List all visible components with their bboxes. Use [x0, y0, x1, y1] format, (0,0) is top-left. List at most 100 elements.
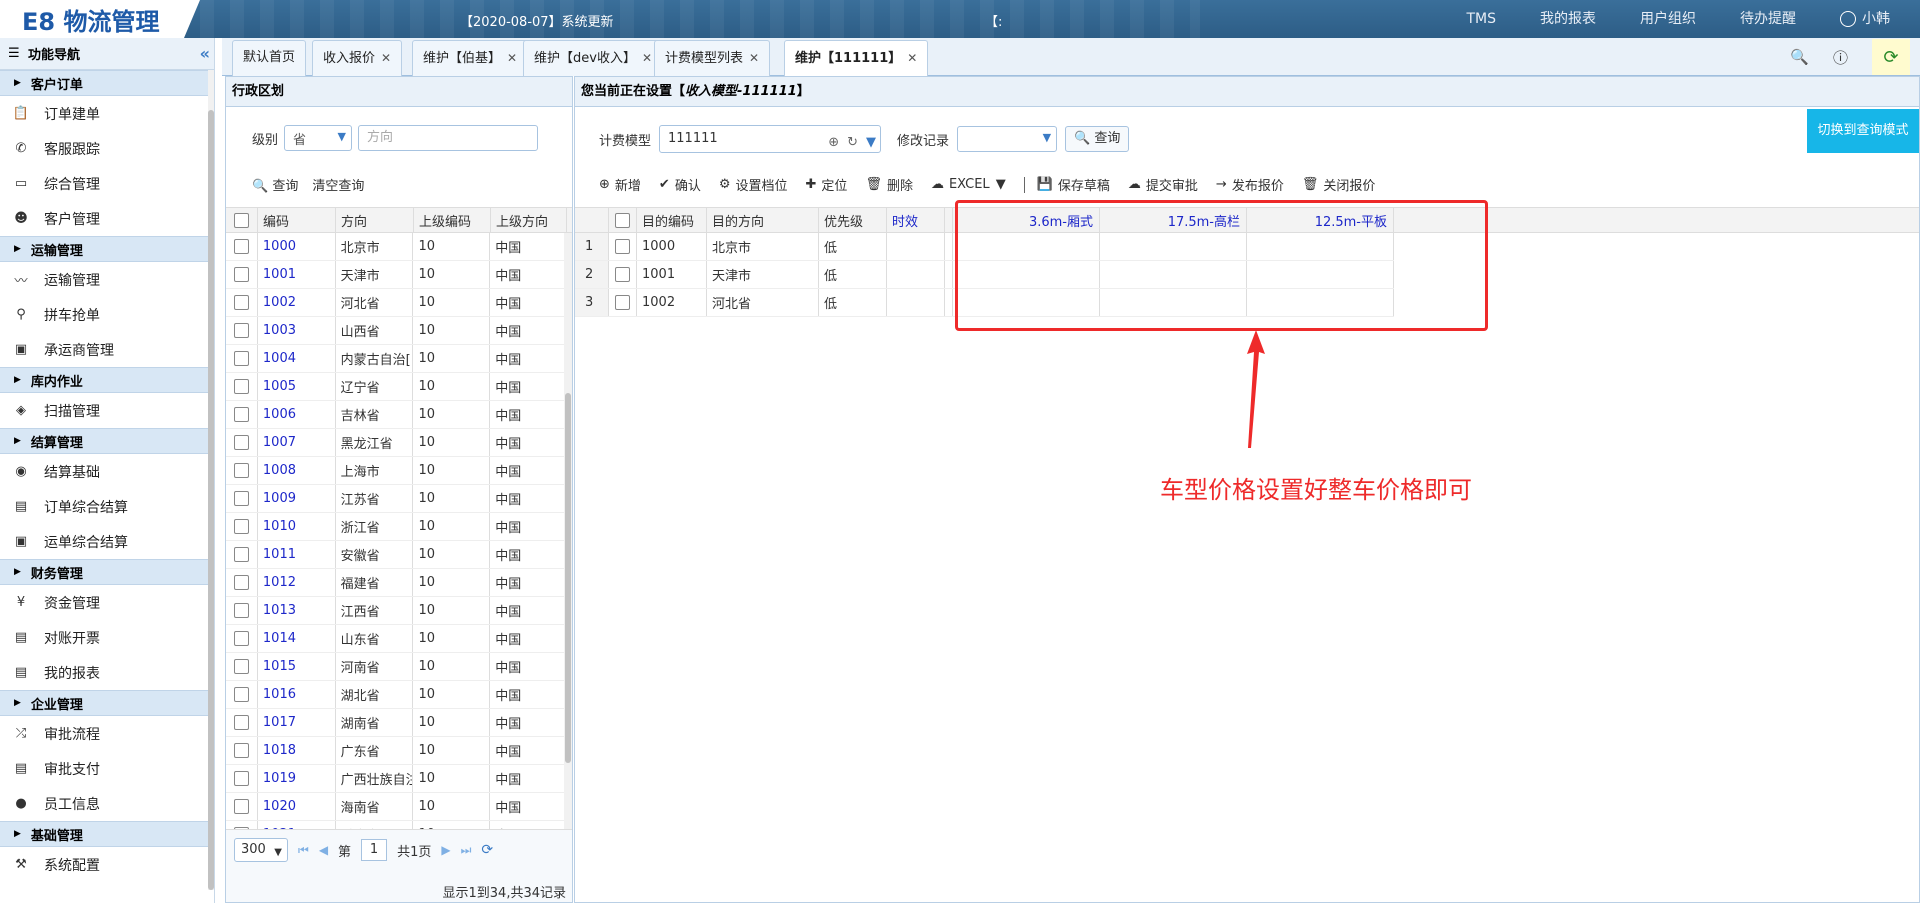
- cell-timeliness[interactable]: [887, 233, 945, 260]
- sidebar-item[interactable]: ● 员工信息: [0, 786, 214, 821]
- switch-query-mode-button[interactable]: 切换到查询模式: [1807, 109, 1919, 153]
- submit-approval-button[interactable]: ☁ 提交审批: [1128, 175, 1198, 194]
- table-row[interactable]: 1004 内蒙古自治[10 中国: [226, 345, 566, 373]
- col-priority[interactable]: 优先级: [819, 208, 887, 232]
- sidebar-group[interactable]: ▶ 财务管理: [0, 559, 214, 585]
- sidebar-item[interactable]: ▤ 订单综合结算: [0, 489, 214, 524]
- table-row[interactable]: 1017 湖南省 10 中国: [226, 709, 566, 737]
- page-input[interactable]: 1: [361, 839, 388, 861]
- row-checkbox[interactable]: [226, 681, 258, 708]
- table-row[interactable]: 1011 安徽省 10 中国: [226, 541, 566, 569]
- system-news[interactable]: 【2020-08-07】系统更新: [460, 11, 614, 30]
- table-row[interactable]: 1018 广东省 10 中国: [226, 737, 566, 765]
- sidebar-item[interactable]: ◉ 结算基础: [0, 454, 214, 489]
- close-icon[interactable]: ✕: [749, 51, 759, 65]
- col-timeliness[interactable]: 时效: [887, 208, 945, 232]
- region-scroll-thumb[interactable]: [565, 393, 571, 763]
- table-row[interactable]: 1016 湖北省 10 中国: [226, 681, 566, 709]
- sidebar-item[interactable]: 〰运输管理: [0, 262, 214, 297]
- user-menu[interactable]: 小韩: [1818, 0, 1920, 38]
- col-code[interactable]: 编码: [258, 208, 336, 232]
- nav-tms[interactable]: TMS: [1444, 0, 1518, 38]
- nav-user-org[interactable]: 用户组织: [1618, 0, 1718, 38]
- col-parent-code[interactable]: 上级编码: [414, 208, 491, 232]
- close-icon[interactable]: ✕: [381, 51, 391, 65]
- nav-my-reports[interactable]: 我的报表: [1518, 0, 1618, 38]
- row-checkbox[interactable]: [226, 317, 258, 344]
- region-grid-scrollbar[interactable]: [564, 233, 572, 902]
- add-button[interactable]: ⊕ 新增: [599, 175, 641, 194]
- set-tier-button[interactable]: ⚙ 设置档位: [719, 175, 788, 194]
- table-row[interactable]: 1019 广西壮族自注 10 中国: [226, 765, 566, 793]
- select-all-checkbox[interactable]: [609, 208, 637, 232]
- table-row[interactable]: 1007 黑龙江省 10 中国: [226, 429, 566, 457]
- row-checkbox[interactable]: [226, 597, 258, 624]
- tab[interactable]: 计费模型列表 ✕: [654, 40, 771, 76]
- tab[interactable]: 收入报价 ✕: [312, 40, 403, 76]
- tab[interactable]: 维护【伯基】 ✕: [412, 40, 529, 76]
- model-query-button[interactable]: 🔍 查询: [1065, 126, 1130, 152]
- first-page-icon[interactable]: ⏮: [298, 843, 309, 858]
- row-checkbox[interactable]: [226, 373, 258, 400]
- row-checkbox[interactable]: [609, 233, 637, 260]
- table-row[interactable]: 1010 浙江省 10 中国: [226, 513, 566, 541]
- sidebar-group[interactable]: ▶ 库内作业: [0, 367, 214, 393]
- col-direction[interactable]: 方向: [336, 208, 414, 232]
- sidebar-group[interactable]: ▶ 运输管理: [0, 236, 214, 262]
- row-checkbox[interactable]: [226, 429, 258, 456]
- sidebar-group[interactable]: ▶ 结算管理: [0, 428, 214, 454]
- next-page-icon[interactable]: ▶: [441, 843, 450, 857]
- sidebar-item[interactable]: ▣ 承运商管理: [0, 332, 214, 367]
- tab[interactable]: 维护【111111】 ✕: [784, 40, 929, 77]
- delete-button[interactable]: 🗑 删除: [865, 175, 913, 194]
- row-checkbox[interactable]: [226, 653, 258, 680]
- collapse-icon[interactable]: «: [200, 44, 210, 63]
- row-checkbox[interactable]: [226, 401, 258, 428]
- last-page-icon[interactable]: ⏭: [461, 843, 472, 858]
- row-checkbox[interactable]: [226, 793, 258, 820]
- sidebar-item[interactable]: ▤ 审批支付: [0, 751, 214, 786]
- save-draft-button[interactable]: 💾 保存草稿: [1037, 175, 1110, 194]
- sidebar-item[interactable]: ◈ 扫描管理: [0, 393, 214, 428]
- row-checkbox[interactable]: [226, 513, 258, 540]
- clear-query-button[interactable]: 清空查询: [312, 175, 364, 194]
- sidebar-item[interactable]: ▤ 对账开票: [0, 620, 214, 655]
- sidebar-group[interactable]: ▶ 客户订单: [0, 70, 214, 96]
- prev-page-icon[interactable]: ◀: [319, 843, 328, 857]
- sidebar-scrollbar[interactable]: [208, 70, 214, 890]
- table-row[interactable]: 1006 吉林省 10 中国: [226, 401, 566, 429]
- direction-input[interactable]: 方向: [358, 125, 539, 151]
- table-row[interactable]: 1000 北京市 10 中国: [226, 233, 566, 261]
- publish-quote-button[interactable]: → 发布报价: [1216, 175, 1284, 194]
- close-icon[interactable]: ✕: [642, 51, 652, 65]
- sidebar-group[interactable]: ▶ 企业管理: [0, 690, 214, 716]
- page-size-select[interactable]: 300 ▼: [234, 838, 288, 862]
- sidebar-item[interactable]: ✆ 客服跟踪: [0, 131, 214, 166]
- reload-icon[interactable]: ↻: [847, 130, 858, 156]
- nav-todo[interactable]: 待办提醒: [1718, 0, 1818, 38]
- model-input[interactable]: 111111 ⊕ ↻ ▼: [659, 125, 882, 156]
- table-row[interactable]: 1003 山西省 10 中国: [226, 317, 566, 345]
- refresh-icon[interactable]: ⟳: [1872, 39, 1910, 75]
- cell-timeliness[interactable]: [887, 261, 945, 288]
- tab[interactable]: 维护【dev收入】 ✕: [523, 40, 664, 76]
- table-row[interactable]: 1012 福建省 10 中国: [226, 569, 566, 597]
- table-row[interactable]: 1009 江苏省 10 中国: [226, 485, 566, 513]
- close-icon[interactable]: ✕: [907, 51, 917, 65]
- tab[interactable]: 默认首页: [232, 40, 307, 76]
- row-checkbox[interactable]: [226, 541, 258, 568]
- table-row[interactable]: 1005 辽宁省 10 中国: [226, 373, 566, 401]
- sidebar-item[interactable]: ¥ 资金管理: [0, 585, 214, 620]
- row-checkbox[interactable]: [226, 625, 258, 652]
- row-checkbox[interactable]: [226, 261, 258, 288]
- row-checkbox[interactable]: [226, 485, 258, 512]
- add-circle-icon[interactable]: ⊕: [828, 130, 839, 156]
- select-all-checkbox[interactable]: [226, 208, 258, 232]
- row-checkbox[interactable]: [226, 289, 258, 316]
- table-row[interactable]: 1020 海南省 10 中国: [226, 793, 566, 821]
- row-checkbox[interactable]: [226, 233, 258, 260]
- col-dest-direction[interactable]: 目的方向: [707, 208, 819, 232]
- row-checkbox[interactable]: [226, 737, 258, 764]
- sidebar-item[interactable]: 📋 订单建单: [0, 96, 214, 131]
- sidebar-item[interactable]: ⚲ 拼车抢单: [0, 297, 214, 332]
